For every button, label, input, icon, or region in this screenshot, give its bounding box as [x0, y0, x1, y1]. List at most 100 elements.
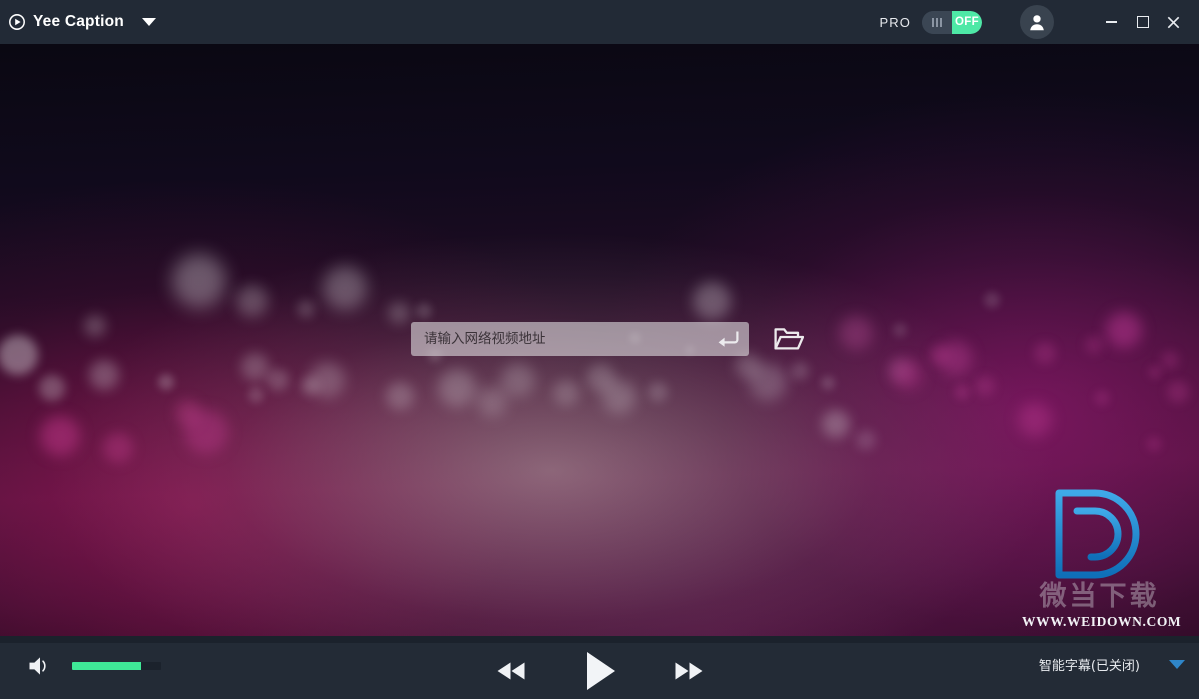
- close-icon: [1167, 16, 1180, 28]
- chevron-down-icon[interactable]: [141, 18, 156, 26]
- bokeh-circle: [103, 433, 133, 463]
- bokeh-circle: [1106, 312, 1142, 348]
- bokeh-circle: [1148, 365, 1162, 379]
- enter-glyph: [718, 331, 738, 347]
- bokeh-circle: [416, 303, 432, 319]
- bokeh-circle: [39, 375, 65, 401]
- bokeh-circle: [791, 362, 809, 380]
- bokeh-circle: [587, 364, 615, 392]
- rewind-icon: [497, 662, 524, 680]
- play-circle-icon: [9, 14, 25, 30]
- close-button[interactable]: [1158, 8, 1189, 36]
- play-icon: [586, 652, 615, 690]
- bokeh-circle: [477, 387, 507, 417]
- user-avatar-icon[interactable]: [1020, 5, 1054, 39]
- bokeh-circle: [893, 360, 923, 390]
- chevron-down-icon[interactable]: [1169, 660, 1185, 669]
- fast-forward-icon: [675, 662, 702, 680]
- bokeh-circle: [175, 400, 201, 426]
- bokeh-circle: [236, 285, 268, 317]
- app-brand[interactable]: Yee Caption: [8, 0, 156, 44]
- bokeh-circle: [301, 377, 319, 395]
- bokeh-circle: [438, 369, 476, 407]
- pro-toggle-state: OFF: [952, 10, 982, 34]
- play-button[interactable]: [583, 650, 617, 692]
- bokeh-circle: [89, 360, 119, 390]
- site-watermark: 微当下载 WWW.WEIDOWN.COM: [1022, 487, 1182, 629]
- grip-line-icon: [936, 17, 938, 27]
- bokeh-circle: [975, 376, 995, 396]
- url-input-box[interactable]: [411, 322, 749, 356]
- smart-subtitles-label: 智能字幕(已关闭): [1038, 659, 1140, 674]
- url-input-row: [411, 322, 807, 356]
- bokeh-circle: [856, 430, 876, 450]
- minimize-button[interactable]: [1096, 8, 1127, 36]
- titlebar-right-group: PRO OFF: [880, 0, 1199, 44]
- bokeh-circle: [40, 416, 80, 456]
- app-title: Yee Caption: [33, 13, 124, 30]
- volume-slider-fill: [72, 662, 141, 670]
- bokeh-circle: [1018, 403, 1052, 437]
- url-input[interactable]: [422, 322, 708, 356]
- bokeh-circle: [172, 254, 226, 308]
- bokeh-circle: [984, 292, 1000, 308]
- grip-line-icon: [940, 17, 942, 27]
- bokeh-circle: [297, 300, 315, 318]
- bokeh-circle: [1085, 336, 1103, 354]
- bokeh-circle: [735, 353, 761, 379]
- minimize-icon: [1106, 21, 1117, 23]
- folder-open-icon: [774, 328, 804, 350]
- bokeh-circle: [602, 380, 636, 414]
- watermark-site-name: 微当下载: [1039, 580, 1160, 612]
- bokeh-circle: [1161, 351, 1179, 369]
- enter-return-icon[interactable]: [717, 329, 739, 349]
- bokeh-circle: [267, 369, 289, 391]
- pro-toggle-knob: [922, 10, 952, 34]
- bokeh-circle: [839, 316, 873, 350]
- seek-bar[interactable]: [0, 636, 1199, 643]
- bokeh-circle: [929, 345, 949, 365]
- bokeh-circle: [893, 323, 907, 337]
- bokeh-circle: [888, 358, 912, 382]
- bokeh-circle: [241, 353, 269, 381]
- app-window: Yee Caption PRO OFF 微当下载 WWW.WEIDOWN.COM…: [0, 0, 1199, 699]
- bokeh-circle: [0, 335, 38, 375]
- weidown-d-logo: [1055, 489, 1139, 578]
- bokeh-circle: [386, 382, 414, 410]
- bokeh-circle: [501, 363, 535, 397]
- maximize-icon: [1136, 16, 1149, 28]
- maximize-button[interactable]: [1127, 8, 1158, 36]
- bokeh-circle: [323, 266, 367, 310]
- pro-toggle[interactable]: OFF: [922, 10, 982, 34]
- title-bar: Yee Caption PRO OFF: [0, 0, 1199, 44]
- bokeh-circle: [693, 282, 731, 320]
- bokeh-circle: [184, 410, 228, 454]
- bokeh-circle: [388, 302, 410, 324]
- bokeh-circle: [1167, 381, 1189, 403]
- bokeh-circle: [1094, 390, 1110, 406]
- window-controls: [1096, 8, 1189, 36]
- watermark-site-url: WWW.WEIDOWN.COM: [1022, 613, 1182, 629]
- avatar-glyph: [1030, 15, 1044, 31]
- bokeh-circle: [84, 315, 106, 337]
- bokeh-circle: [309, 362, 345, 398]
- rewind-button[interactable]: [494, 659, 528, 683]
- volume-speaker-icon[interactable]: [28, 655, 52, 677]
- bokeh-circle: [648, 382, 668, 402]
- browse-file-button[interactable]: [771, 323, 807, 355]
- volume-control: [28, 655, 161, 677]
- bokeh-circle: [158, 374, 174, 390]
- smart-subtitles-control[interactable]: 智能字幕(已关闭): [1039, 655, 1185, 674]
- bokeh-circle: [821, 376, 835, 390]
- bokeh-circle: [954, 384, 970, 400]
- fast-forward-button[interactable]: [672, 659, 706, 683]
- bokeh-circle: [822, 410, 850, 438]
- bokeh-circle: [1034, 342, 1056, 364]
- pro-label: PRO: [879, 14, 911, 30]
- volume-slider[interactable]: [72, 662, 161, 670]
- bokeh-circle: [749, 363, 787, 401]
- bokeh-circle: [553, 380, 579, 406]
- bokeh-circle: [1146, 436, 1162, 452]
- grip-line-icon: [932, 17, 934, 27]
- bokeh-circle: [938, 341, 972, 375]
